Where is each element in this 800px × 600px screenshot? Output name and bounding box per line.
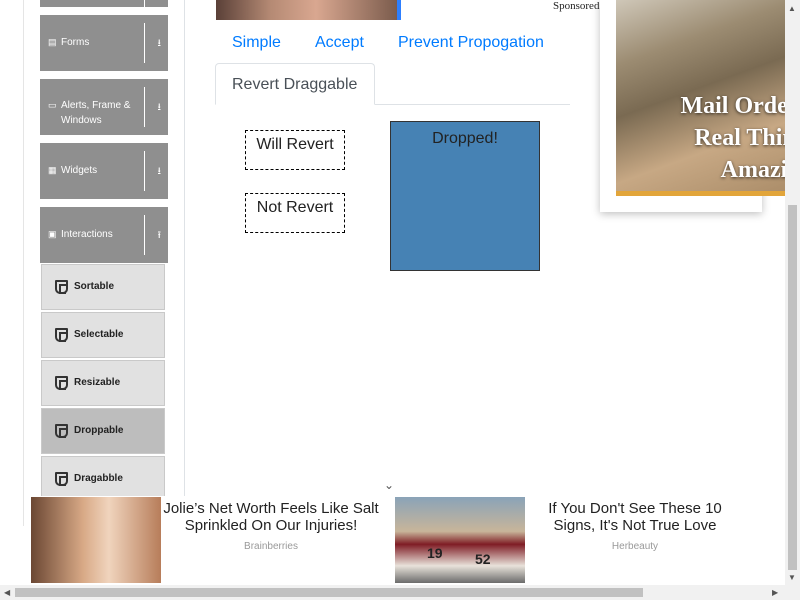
window-icon: ▭ [48,100,57,110]
side-ad-line: Mail Order W [680,93,800,119]
side-ad-headline: Mail Order W Real Thing, Amazi [644,90,800,186]
droppable-target[interactable]: Dropped! [390,121,540,271]
tab-simple[interactable]: Simple [232,34,281,52]
expand-icon[interactable]: ⭳ [158,36,162,53]
jersey-number: 52 [475,551,491,567]
side-ad-image[interactable]: Mail Order W Real Thing, Amazi [616,0,800,196]
sidebar-item-label: Dragabble [74,473,123,484]
sidebar-item-selectable[interactable]: Selectable [41,312,165,358]
sidebar-group-elements[interactable] [40,0,168,7]
drop-label: Dropped! [432,130,498,147]
collapse-icon[interactable]: ⭱ [158,228,162,245]
sidebar-item-resizable[interactable]: Resizable [41,360,165,406]
story1-title[interactable]: Jolie’s Net Worth Feels Like Salt Sprink… [162,500,380,534]
story1-source: Brainberries [244,541,298,552]
sidebar-divider [184,0,185,526]
sidebar-group-label: Widgets [61,165,98,176]
draggable-label: Will Revert [256,136,334,153]
tab-revert-draggable[interactable]: Revert Draggable [215,63,375,105]
scroll-left-icon[interactable]: ◀ [4,588,10,597]
story2-title[interactable]: If You Don't See These 10 Signs, It's No… [530,500,740,534]
story2-source: Herbeauty [611,541,659,552]
sidebar-group-widgets[interactable]: ▦ Widgets ⭳ [40,143,168,199]
sidebar-item-label: Selectable [74,329,124,340]
jersey-number: 19 [427,545,443,561]
widgets-icon: ▦ [48,165,57,175]
story1-image[interactable] [31,497,161,583]
not-revert-draggable[interactable]: Not Revert [245,193,345,233]
html5-icon [55,376,68,390]
side-ad-line: Amazi [720,157,788,183]
sidebar-group-label: Forms [61,37,90,48]
sidebar-item-label: Resizable [74,377,121,388]
interactions-icon: ▣ [48,229,57,239]
expand-icon[interactable]: ⭳ [158,100,162,117]
sidebar-item-label: Sortable [74,281,115,292]
sidebar-group-forms[interactable]: ▤ Forms ⭳ [40,15,168,71]
tab-accept[interactable]: Accept [315,34,364,52]
tab-label: Revert Draggable [232,76,358,93]
scroll-down-icon[interactable]: ▼ [788,573,796,582]
tab-prevent-propogation[interactable]: Prevent Propogation [398,34,544,52]
html5-icon [55,328,68,342]
sidebar-item-droppable[interactable]: Droppable [41,408,165,454]
side-ad-line: Real Thing, [694,125,800,151]
sidebar-group-label: Interactions [61,229,113,240]
top-ad-image[interactable] [216,0,398,20]
sponsored-label: Sponsored [553,0,600,12]
sidebar-item-label: Droppable [74,425,124,436]
scroll-up-icon[interactable]: ▲ [788,4,796,13]
sidebar-group-label: Alerts, Frame & Windows [61,100,131,126]
sidebar-group-interactions[interactable]: ▣ Interactions ⭱ [40,207,168,263]
html5-icon [55,472,68,486]
will-revert-draggable[interactable]: Will Revert [245,130,345,170]
vertical-scroll-thumb[interactable] [788,205,797,570]
html5-icon [55,424,68,438]
chevron-down-icon[interactable]: ⌄ [384,478,394,492]
expand-icon[interactable]: ⭳ [158,164,162,181]
form-icon: ▤ [48,37,57,47]
story2-image[interactable]: 19 52 [395,497,525,583]
draggable-label: Not Revert [256,199,334,216]
top-ad-accent [397,0,401,20]
sidebar-group-alerts[interactable]: ▭ Alerts, Frame & Windows ⭳ [40,79,168,135]
side-ad-band [616,191,800,196]
page-left-border [23,0,24,526]
sidebar-item-sortable[interactable]: Sortable [41,264,165,310]
horizontal-scroll-thumb[interactable] [15,588,643,597]
html5-icon [55,280,68,294]
scroll-right-icon[interactable]: ▶ [772,588,778,597]
